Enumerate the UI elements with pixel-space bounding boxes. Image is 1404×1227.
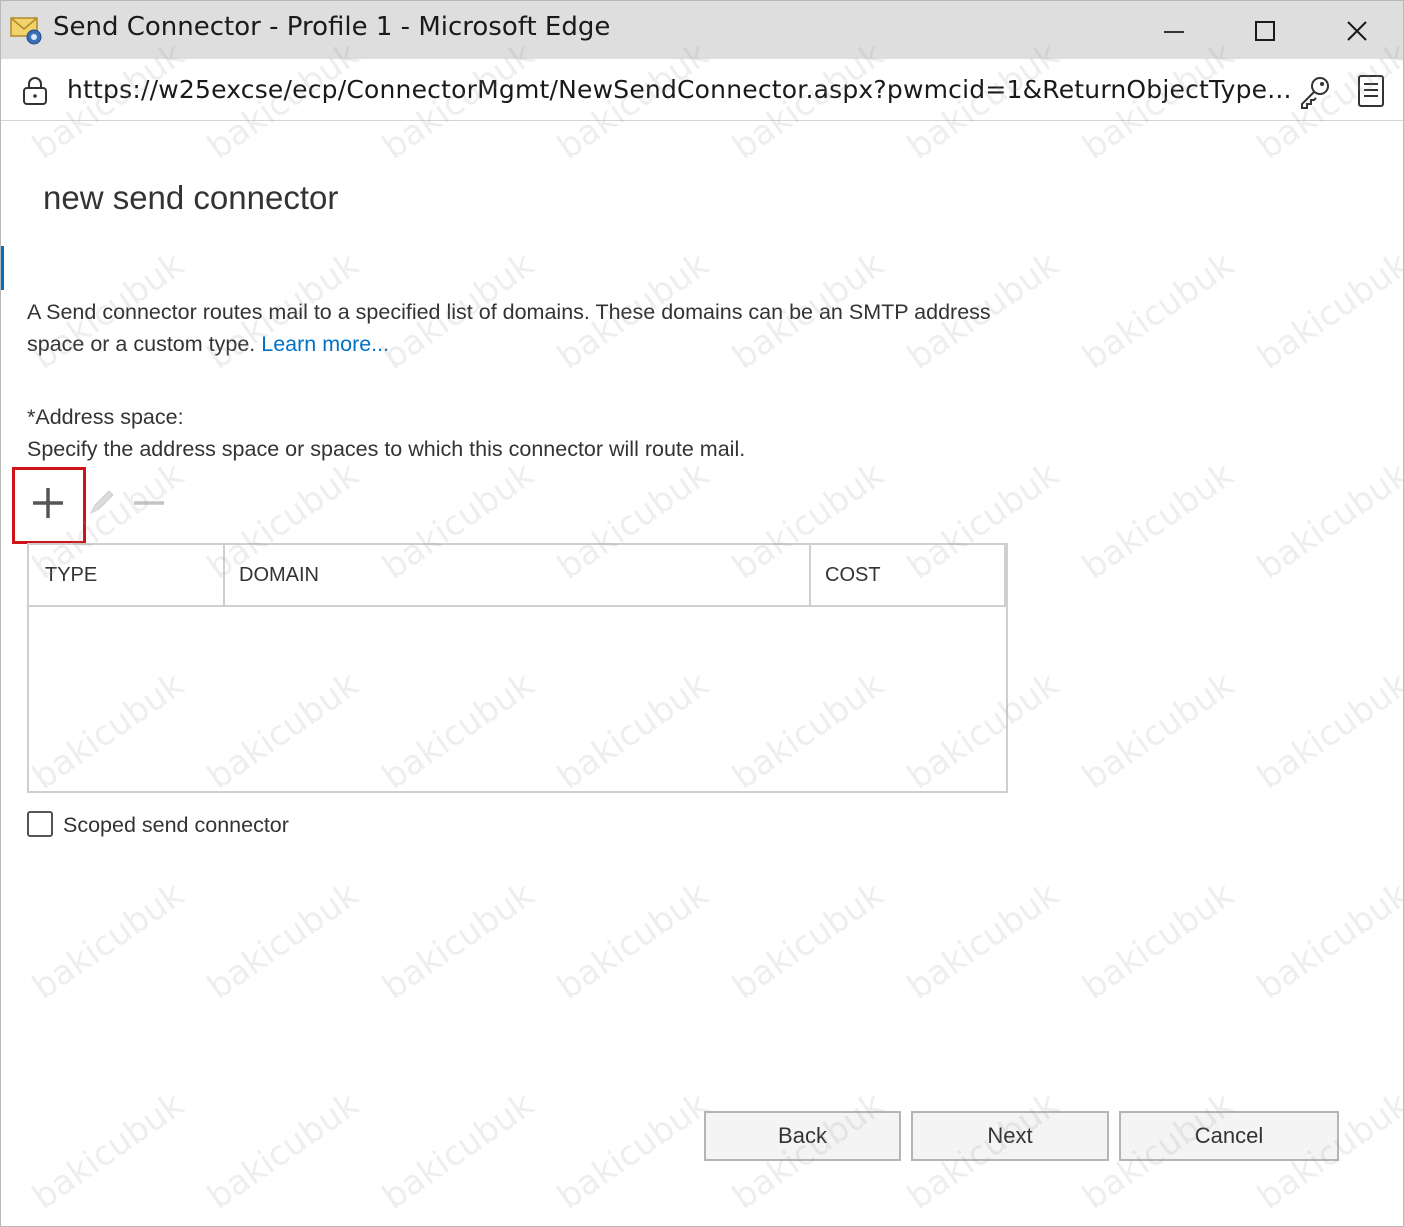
- window-title: Send Connector - Profile 1 - Microsoft E…: [53, 12, 611, 42]
- maximize-button[interactable]: [1235, 9, 1295, 53]
- column-header-cost[interactable]: COST: [809, 545, 1006, 605]
- watermark-text: bakicubuk: [25, 874, 192, 1008]
- watermark-text: bakicubuk: [375, 1084, 542, 1218]
- lock-icon[interactable]: [22, 76, 48, 106]
- url-field[interactable]: https://w25excse/ecp/ConnectorMgmt/NewSe…: [67, 75, 1292, 104]
- watermark-text: bakicubuk: [550, 1084, 717, 1218]
- minimize-button[interactable]: [1144, 9, 1204, 53]
- watermark-text: bakicubuk: [1250, 664, 1404, 798]
- close-icon: [1347, 21, 1367, 41]
- address-space-label: *Address space:: [27, 405, 184, 429]
- key-icon[interactable]: [1297, 74, 1333, 110]
- address-bar: https://w25excse/ecp/ConnectorMgmt/NewSe…: [1, 59, 1403, 121]
- watermark-text: bakicubuk: [550, 874, 717, 1008]
- description-text: A Send connector routes mail to a specif…: [27, 296, 1027, 360]
- left-accent-bar: [1, 246, 4, 290]
- browser-window: Send Connector - Profile 1 - Microsoft E…: [0, 0, 1404, 1227]
- watermark-text: bakicubuk: [725, 874, 892, 1008]
- description-body: A Send connector routes mail to a specif…: [27, 300, 991, 356]
- back-button[interactable]: Back: [704, 1111, 901, 1161]
- plus-icon[interactable]: [30, 485, 66, 521]
- watermark-text: bakicubuk: [1075, 874, 1242, 1008]
- watermark-text: bakicubuk: [900, 874, 1067, 1008]
- watermark-text: bakicubuk: [1075, 454, 1242, 588]
- table-header: TYPE DOMAIN COST: [29, 545, 1006, 607]
- watermark-text: bakicubuk: [25, 1084, 192, 1218]
- learn-more-link[interactable]: Learn more...: [261, 332, 389, 356]
- scoped-send-connector-label[interactable]: Scoped send connector: [63, 813, 289, 838]
- watermark-text: bakicubuk: [200, 874, 367, 1008]
- exchange-mail-icon: [10, 17, 42, 45]
- address-space-help: Specify the address space or spaces to w…: [27, 437, 746, 461]
- watermark-text: bakicubuk: [1250, 874, 1404, 1008]
- title-bar: Send Connector - Profile 1 - Microsoft E…: [1, 1, 1403, 59]
- watermark-text: bakicubuk: [200, 1084, 367, 1218]
- watermark-text: bakicubuk: [1075, 244, 1242, 378]
- watermark-text: bakicubuk: [1250, 454, 1404, 588]
- next-button[interactable]: Next: [911, 1111, 1109, 1161]
- watermark-text: bakicubuk: [1250, 244, 1404, 378]
- cancel-button[interactable]: Cancel: [1119, 1111, 1339, 1161]
- close-button[interactable]: [1327, 9, 1387, 53]
- maximize-icon: [1255, 21, 1275, 41]
- page-title: new send connector: [43, 179, 339, 216]
- watermark-text: bakicubuk: [1075, 664, 1242, 798]
- watermark-text: bakicubuk: [375, 874, 542, 1008]
- column-header-type[interactable]: TYPE: [29, 545, 225, 605]
- pencil-icon[interactable]: [87, 487, 117, 517]
- reader-view-icon[interactable]: [1357, 74, 1385, 108]
- minimize-icon: [1164, 31, 1184, 33]
- scoped-send-connector-checkbox[interactable]: [27, 811, 53, 837]
- column-header-domain[interactable]: DOMAIN: [223, 545, 811, 605]
- address-space-table[interactable]: TYPE DOMAIN COST: [27, 543, 1008, 793]
- minus-icon[interactable]: [131, 485, 167, 521]
